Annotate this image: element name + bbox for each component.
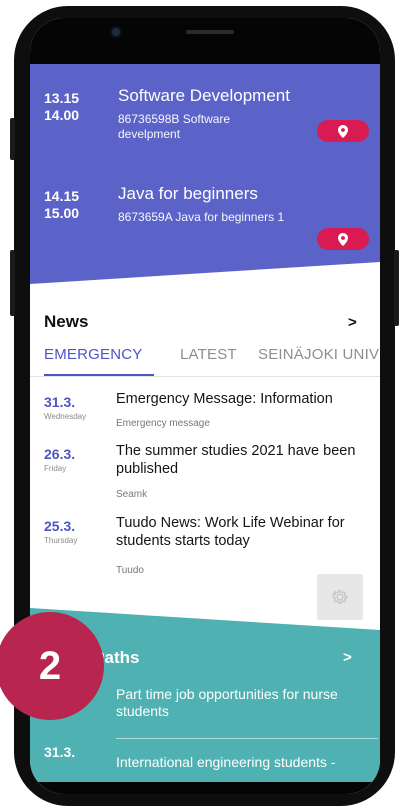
news-heading: News (44, 312, 89, 331)
event-title: Java for beginners (118, 184, 258, 203)
event-start-time: 14.15 (44, 188, 80, 204)
volume-down-button (10, 250, 15, 316)
location-button[interactable] (317, 120, 369, 142)
event-subtitle: 8673659A Java for beginners 1 (118, 210, 285, 224)
location-pin-icon (338, 124, 348, 138)
news-source: Seamk (116, 489, 148, 500)
schedule-panel: 13.15 14.00 Software Development 8673659… (30, 64, 380, 284)
career-more-arrow[interactable]: > (343, 649, 352, 666)
earpiece-speaker (186, 30, 234, 34)
event-subtitle: 86736598B Software develpment (118, 112, 231, 141)
news-day: Friday (44, 464, 67, 473)
location-pin-icon (338, 232, 348, 246)
news-headline: Emergency Message: Information (116, 391, 333, 407)
news-source: Emergency message (116, 418, 210, 429)
news-settings-button[interactable] (317, 574, 363, 620)
event-title: Software Development (118, 86, 290, 105)
tab-latest[interactable]: LATEST (180, 346, 237, 363)
news-headline: Tuudo News: Work Life Webinar for studen… (116, 515, 345, 549)
event-end-time: 15.00 (44, 205, 80, 221)
career-list-item[interactable]: International engineering students - (116, 754, 366, 771)
location-button[interactable] (317, 228, 369, 250)
news-date: 25.3. (44, 518, 76, 534)
front-camera (110, 26, 122, 38)
news-more-arrow[interactable]: > (348, 314, 357, 331)
step-number-badge: 2 (0, 612, 104, 720)
status-notch (30, 18, 380, 64)
news-headline: The summer studies 2021 have been publis… (116, 443, 356, 477)
event-end-time: 14.00 (44, 107, 80, 123)
career-divider (116, 738, 378, 739)
career-list-item[interactable]: Part time job opportunities for nurse st… (116, 686, 366, 720)
news-day: Thursday (44, 536, 78, 545)
career-date: 31.3. (44, 744, 76, 760)
event-times: 14.15 15.00 (44, 188, 79, 222)
event-times: 13.15 14.00 (44, 90, 79, 124)
news-date: 31.3. (44, 394, 76, 410)
tab-seinajoki-univ[interactable]: SEINÄJOKI UNIV (258, 346, 379, 363)
power-button (394, 250, 399, 326)
tabs-divider (30, 376, 380, 377)
volume-up-button (10, 118, 15, 160)
tab-emergency[interactable]: EMERGENCY (44, 346, 142, 363)
bottom-bezel (30, 782, 380, 794)
news-source: Tuudo (116, 565, 144, 576)
event-start-time: 13.15 (44, 90, 80, 106)
gear-icon (332, 589, 348, 604)
news-day: Wednesday (44, 412, 87, 421)
news-date: 26.3. (44, 446, 76, 462)
news-tabs: EMERGENCY LATEST SEINÄJOKI UNIV (30, 346, 380, 376)
